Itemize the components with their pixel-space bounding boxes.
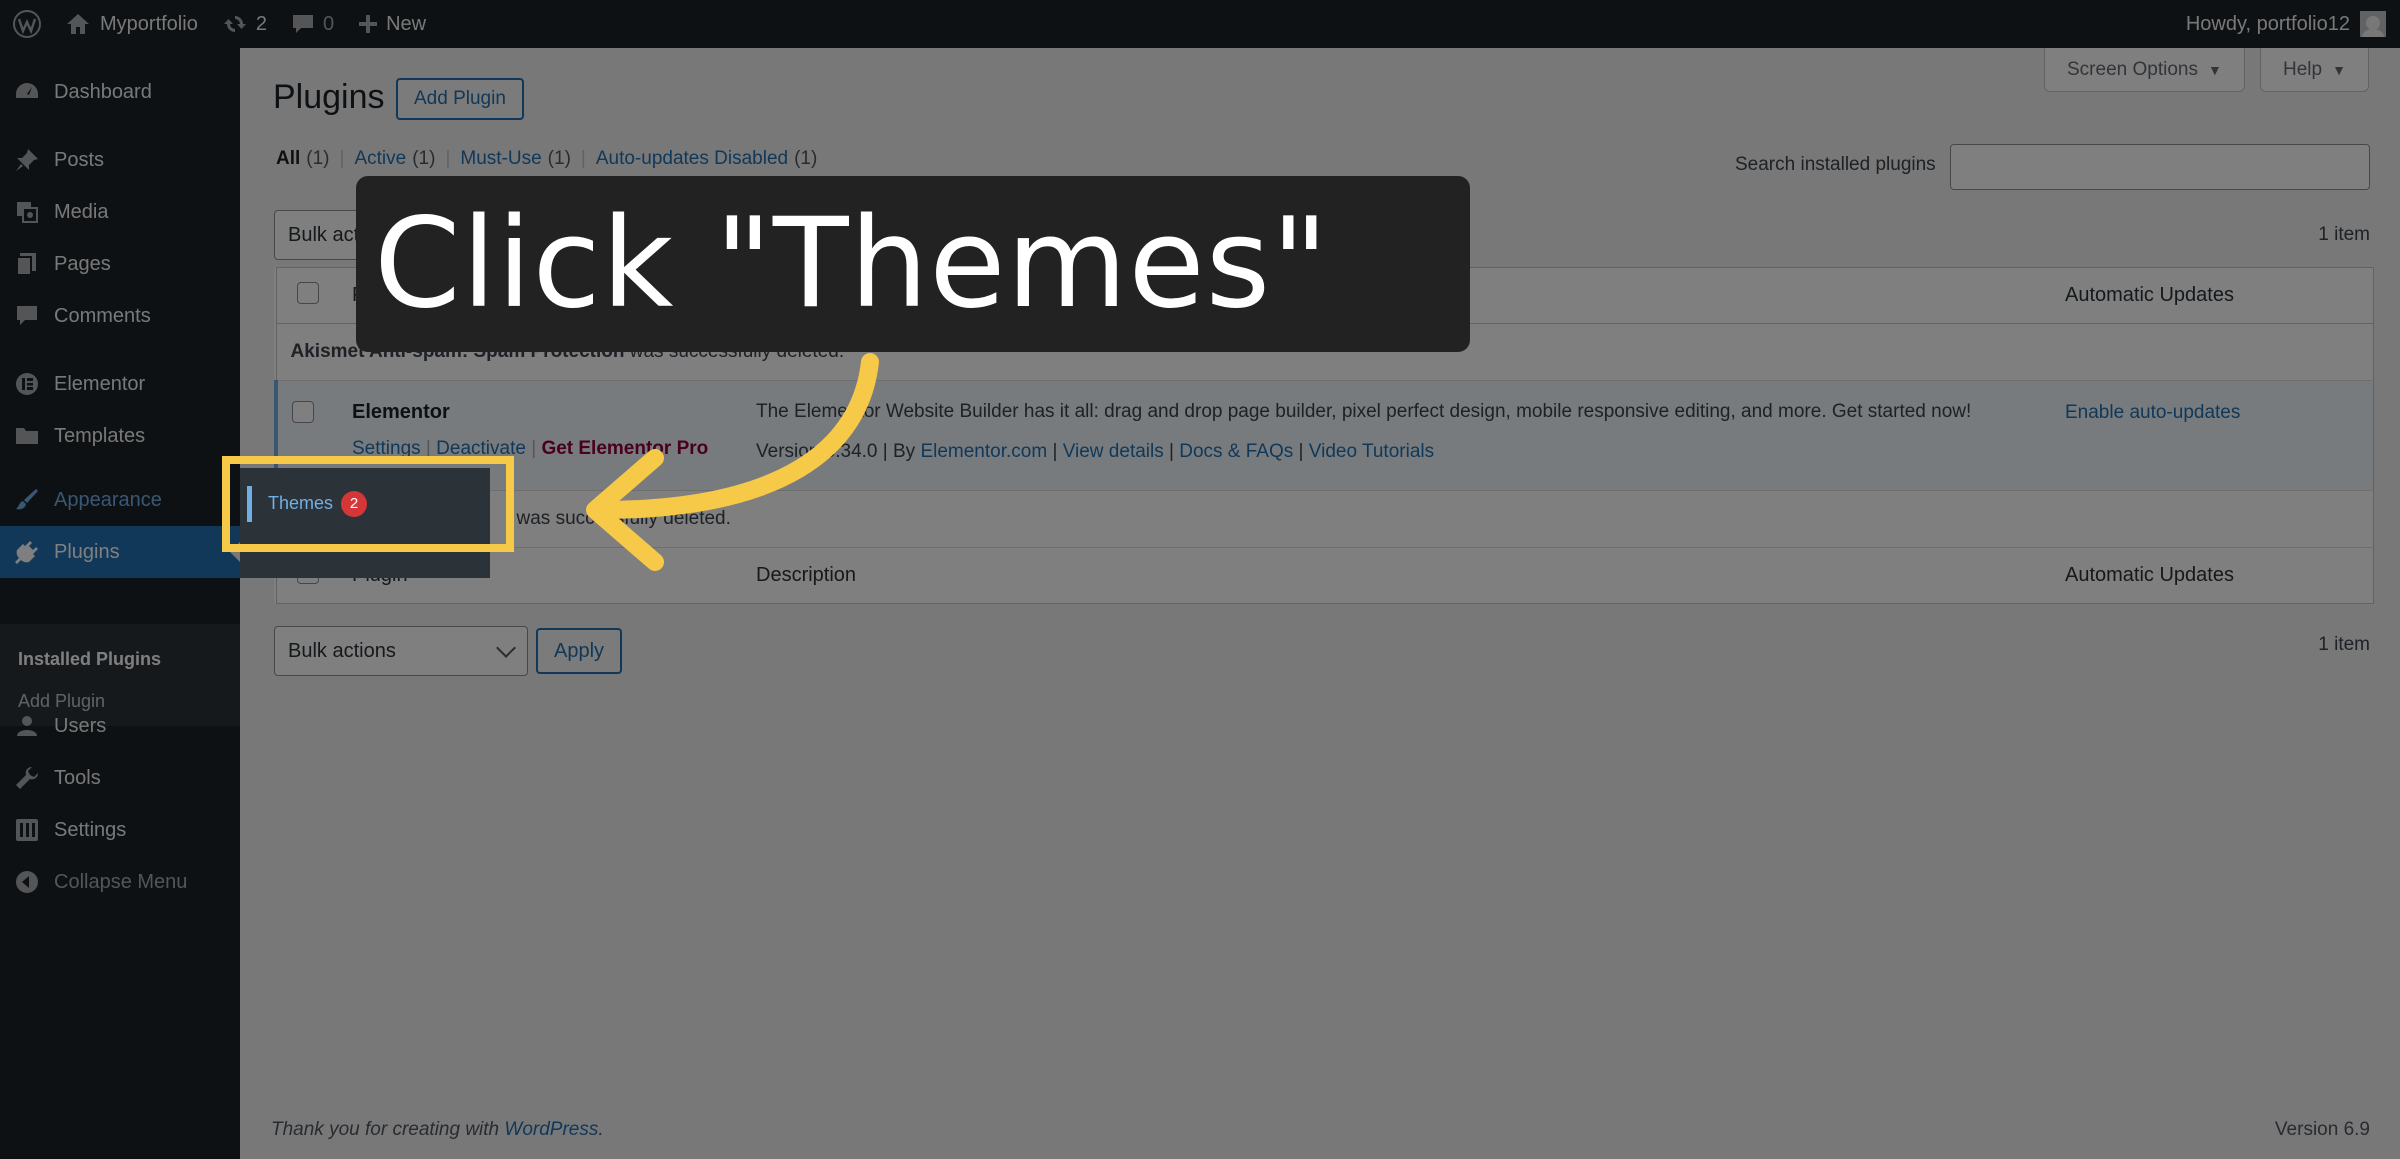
tutorial-dim-overlay [0,0,2400,1159]
tutorial-callout: Click "Themes" [356,176,1470,352]
pointer-arrow-icon [586,353,879,571]
callout-text: Click "Themes" [374,192,1330,336]
themes-highlight-box [222,456,514,552]
